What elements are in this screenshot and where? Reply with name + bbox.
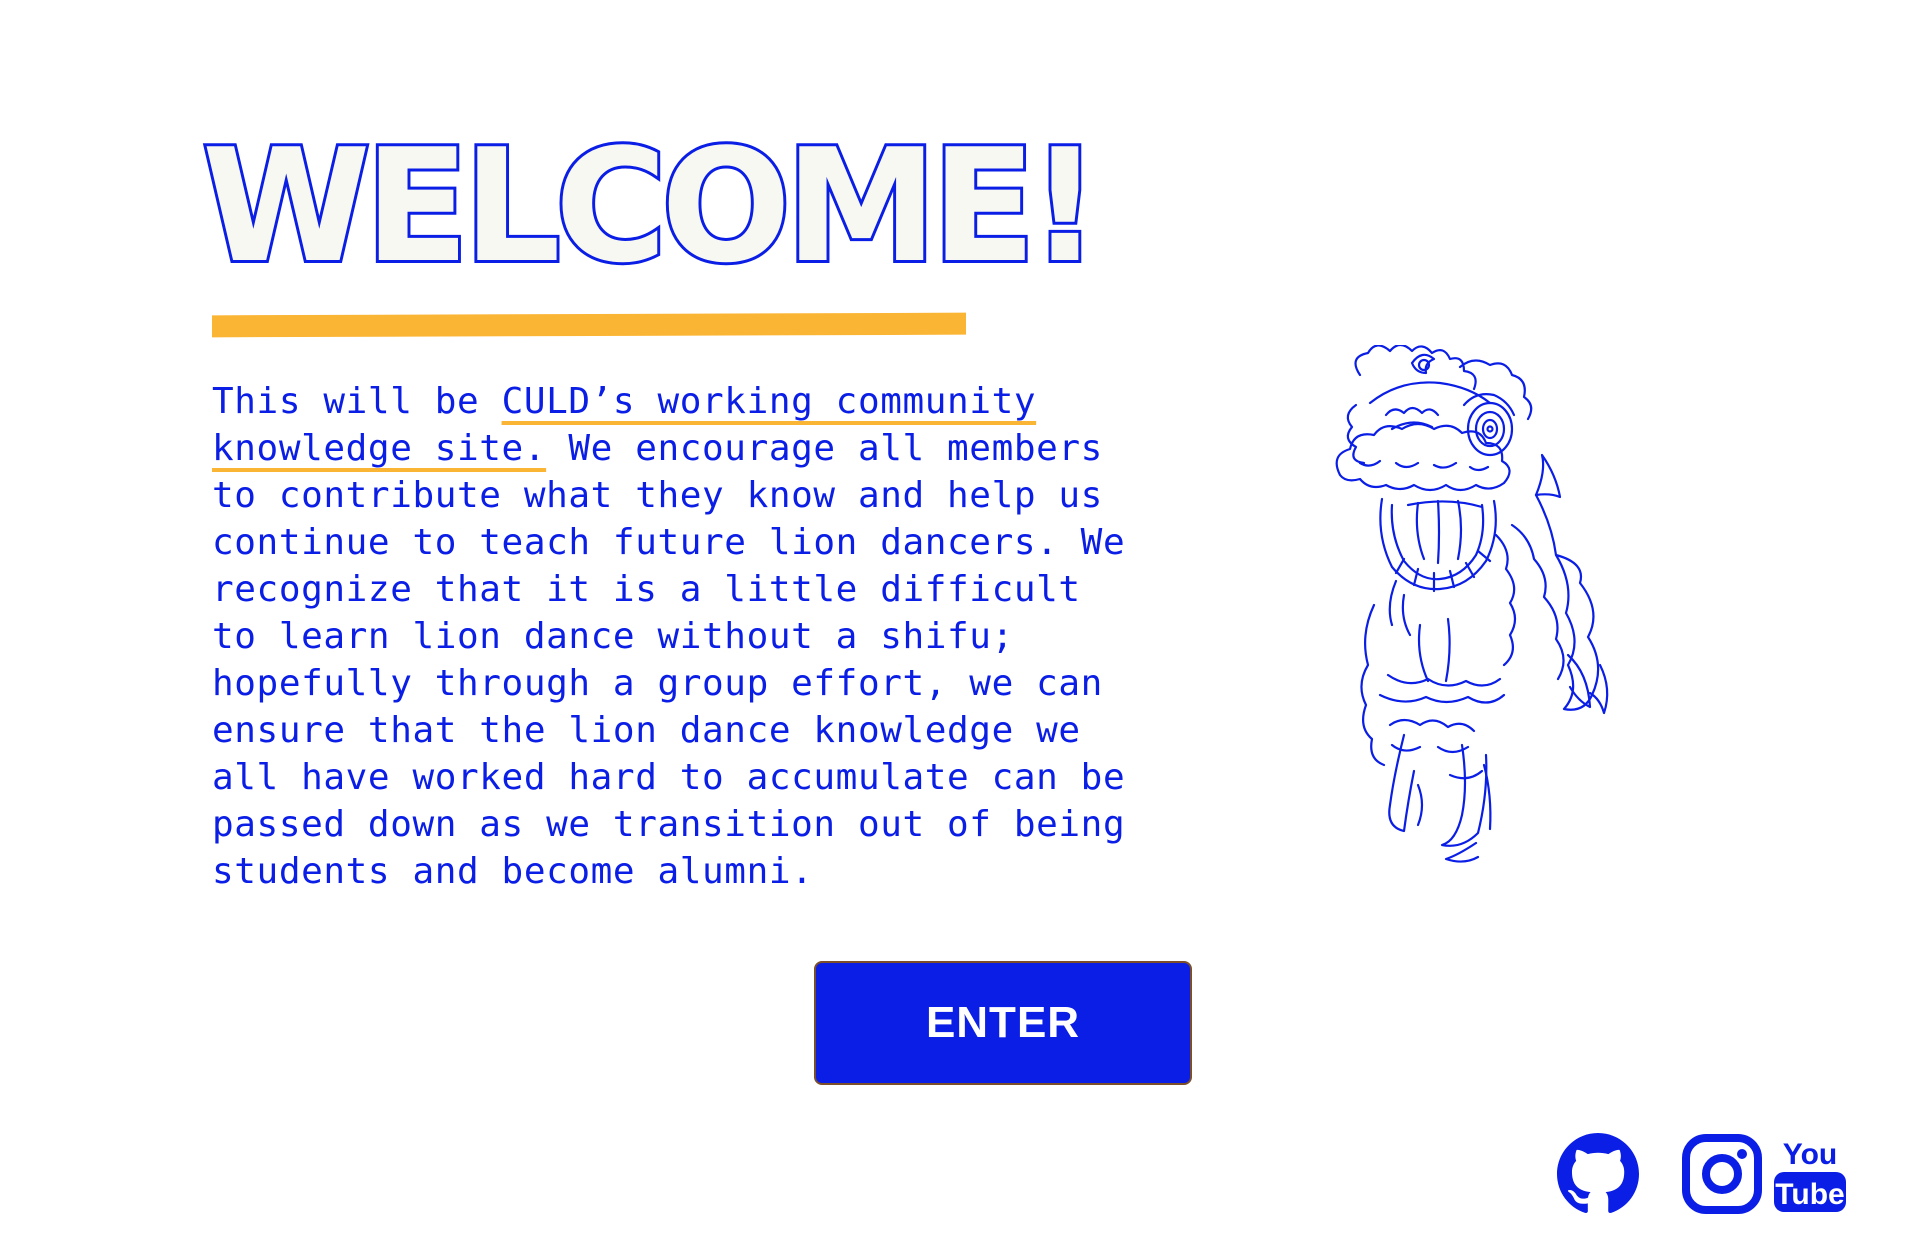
instagram-link[interactable] xyxy=(1680,1132,1764,1216)
youtube-tube-text: Tube xyxy=(1775,1178,1844,1211)
intro-prefix: This will be xyxy=(212,381,502,422)
youtube-icon: You Tube xyxy=(1774,1138,1846,1212)
intro-paragraph: This will be CULD’s working community kn… xyxy=(212,378,1142,895)
lion-dancer-illustration xyxy=(1335,345,1609,863)
instagram-icon xyxy=(1682,1134,1762,1214)
welcome-page: WELCOME! This will be CULD’s working com… xyxy=(0,0,1922,1248)
youtube-link[interactable]: You Tube xyxy=(1770,1132,1850,1216)
welcome-title: WELCOME! xyxy=(199,115,1103,297)
title-underline-bar xyxy=(212,312,966,338)
intro-body: We encourage all members to contribute w… xyxy=(212,428,1126,892)
youtube-you-text: You xyxy=(1783,1138,1837,1171)
github-icon xyxy=(1557,1133,1639,1213)
enter-button[interactable]: ENTER xyxy=(814,961,1192,1085)
github-link[interactable] xyxy=(1556,1132,1640,1216)
